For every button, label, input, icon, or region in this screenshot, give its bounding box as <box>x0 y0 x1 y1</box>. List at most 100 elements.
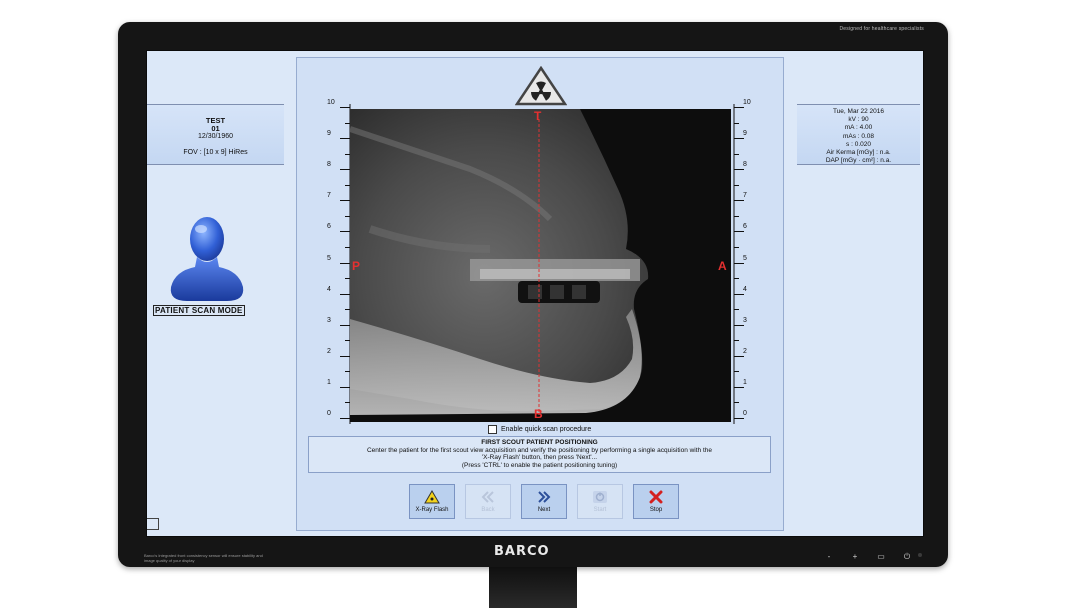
radiation-warning-icon <box>515 66 567 106</box>
screen-corner-mark <box>147 518 159 530</box>
ruler-tick-label: 8 <box>327 161 331 169</box>
ruler-tick-mark <box>340 324 350 326</box>
start-button[interactable]: Start <box>577 484 623 519</box>
mas-value: mAs : 0.08 <box>842 132 875 140</box>
xray-flash-button[interactable]: X-Ray Flash <box>409 484 455 519</box>
action-buttons: X-Ray Flash Back Next Start Stop <box>409 484 679 519</box>
ruler-tick-label: 0 <box>743 410 747 417</box>
control-minus-button[interactable]: - <box>822 553 836 561</box>
next-label: Next <box>537 507 551 514</box>
marker-left: P <box>352 259 361 273</box>
patient-info-panel: TEST 01 12/30/1960 FOV : [10 x 9] HiRes <box>147 104 284 165</box>
ruler-tick-mark <box>340 293 350 295</box>
dap-value: DAP [mGy · cm²] : n.a. <box>825 157 892 165</box>
ruler-tick-mark <box>340 200 350 202</box>
ruler-minor-tick <box>734 309 739 311</box>
power-led <box>918 553 922 557</box>
ruler-tick-label: 10 <box>327 99 335 106</box>
next-button[interactable]: Next <box>521 484 567 519</box>
marker-top: T <box>534 109 542 123</box>
ruler-tick-label: 5 <box>327 254 331 262</box>
patient-dob: 12/30/1960 <box>197 133 234 140</box>
ruler-minor-tick <box>734 153 739 155</box>
ruler-tick-mark <box>340 262 350 264</box>
app-screen: TEST 01 12/30/1960 FOV : [10 x 9] HiRes … <box>146 50 924 537</box>
quick-scan-option[interactable]: Enable quick scan procedure <box>488 425 591 434</box>
control-menu-button[interactable]: ▭ <box>874 553 888 561</box>
xray-image[interactable]: T B P A <box>350 109 731 422</box>
ruler-tick-mark <box>340 138 350 140</box>
ruler-minor-tick <box>734 340 739 342</box>
stop-button[interactable]: Stop <box>633 484 679 519</box>
ruler-tick-mark <box>734 200 744 202</box>
instruction-line-2: 'X-Ray Flash' button, then press 'Next'.… <box>481 454 598 461</box>
ruler-minor-tick <box>734 402 739 404</box>
ruler-tick-mark <box>734 138 744 140</box>
marker-bottom: B <box>534 407 543 421</box>
ruler-minor-tick <box>734 215 739 217</box>
ruler-minor-tick <box>734 278 739 280</box>
ruler-tick-label: 3 <box>743 316 747 324</box>
instruction-line-1: Center the patient for the first scout v… <box>366 446 713 454</box>
ruler-tick-mark <box>734 293 744 295</box>
ruler-tick-label: 6 <box>327 223 331 231</box>
ruler-tick-mark <box>734 169 744 171</box>
ruler-tick-mark <box>340 231 350 233</box>
s-value: s : 0.020 <box>846 140 871 148</box>
ruler-tick-label: 9 <box>327 130 331 138</box>
monitor-stand <box>489 567 577 608</box>
ruler-tick-label: 7 <box>327 192 331 200</box>
bezel-note: Barco's Integrated front consistency sen… <box>144 553 263 563</box>
ruler-minor-tick <box>734 184 739 186</box>
marker-right: A <box>718 259 727 273</box>
ruler-tick-label: 3 <box>327 316 331 324</box>
instruction-box: FIRST SCOUT PATIENT POSITIONING Center t… <box>308 436 771 473</box>
patient-id: 01 <box>211 124 220 133</box>
ruler-tick-mark <box>734 107 744 108</box>
acquisition-info-panel: Tue, Mar 22 2016 kV : 90 mA : 4.00 mAs :… <box>797 104 920 165</box>
quick-scan-label: Enable quick scan procedure <box>501 426 592 433</box>
control-plus-button[interactable]: + <box>848 553 862 561</box>
start-label: Start <box>593 507 607 514</box>
ruler-tick-mark <box>340 107 350 108</box>
ruler-tick-label: 8 <box>743 161 747 169</box>
ruler-tick-label: 4 <box>327 285 331 293</box>
xray-flash-label: X-Ray Flash <box>415 507 449 514</box>
ruler-tick-mark <box>734 231 744 233</box>
back-button[interactable]: Back <box>465 484 511 519</box>
ruler-minor-tick <box>734 371 739 373</box>
ruler-tick-mark <box>734 418 744 419</box>
back-chevron-icon <box>480 490 496 504</box>
ruler-tick-mark <box>734 386 744 388</box>
kv-value: kV : 90 <box>848 116 869 124</box>
stop-x-icon <box>648 490 664 504</box>
ruler-tick-mark <box>734 262 744 264</box>
instruction-line-3: (Press 'CTRL' to enable the patient posi… <box>461 461 618 469</box>
ruler-tick-label: 7 <box>743 192 747 200</box>
next-chevron-icon <box>536 490 552 504</box>
ruler-tick-mark <box>340 355 350 357</box>
quick-scan-checkbox[interactable] <box>488 425 497 434</box>
ruler-tick-mark <box>340 169 350 171</box>
ruler-minor-tick <box>734 122 739 124</box>
ma-value: mA : 4.00 <box>844 124 873 132</box>
xray-skull-image <box>350 109 731 422</box>
stop-label: Stop <box>649 507 663 514</box>
scan-mode-label: PATIENT SCAN MODE <box>153 305 245 316</box>
ruler-minor-tick <box>734 246 739 248</box>
scout-panel: 10 10 9 9 8 8 7 7 6 6 5 5 4 4 3 3 2 2 1 1 0 0 <box>296 57 784 531</box>
ruler-tick-mark <box>340 418 350 419</box>
exam-date: Tue, Mar 22 2016 <box>832 108 885 115</box>
power-icon <box>592 490 608 504</box>
monitor-controls: - + ▭ ⏻ <box>822 553 914 561</box>
brand-logo: BARCO <box>494 544 550 559</box>
ruler-tick-label: 1 <box>743 378 747 386</box>
ruler-tick-label: 4 <box>743 285 747 293</box>
ruler-tick-label: 9 <box>743 130 747 138</box>
monitor-frame: Designed for healthcare specialists TEST… <box>118 22 948 567</box>
ruler-tick-label: 2 <box>327 347 331 355</box>
ruler-tick-label: 1 <box>327 378 331 386</box>
ruler-tick-label: 5 <box>743 254 747 262</box>
control-power-button[interactable]: ⏻ <box>900 553 914 561</box>
ruler-tick-mark <box>734 355 744 357</box>
